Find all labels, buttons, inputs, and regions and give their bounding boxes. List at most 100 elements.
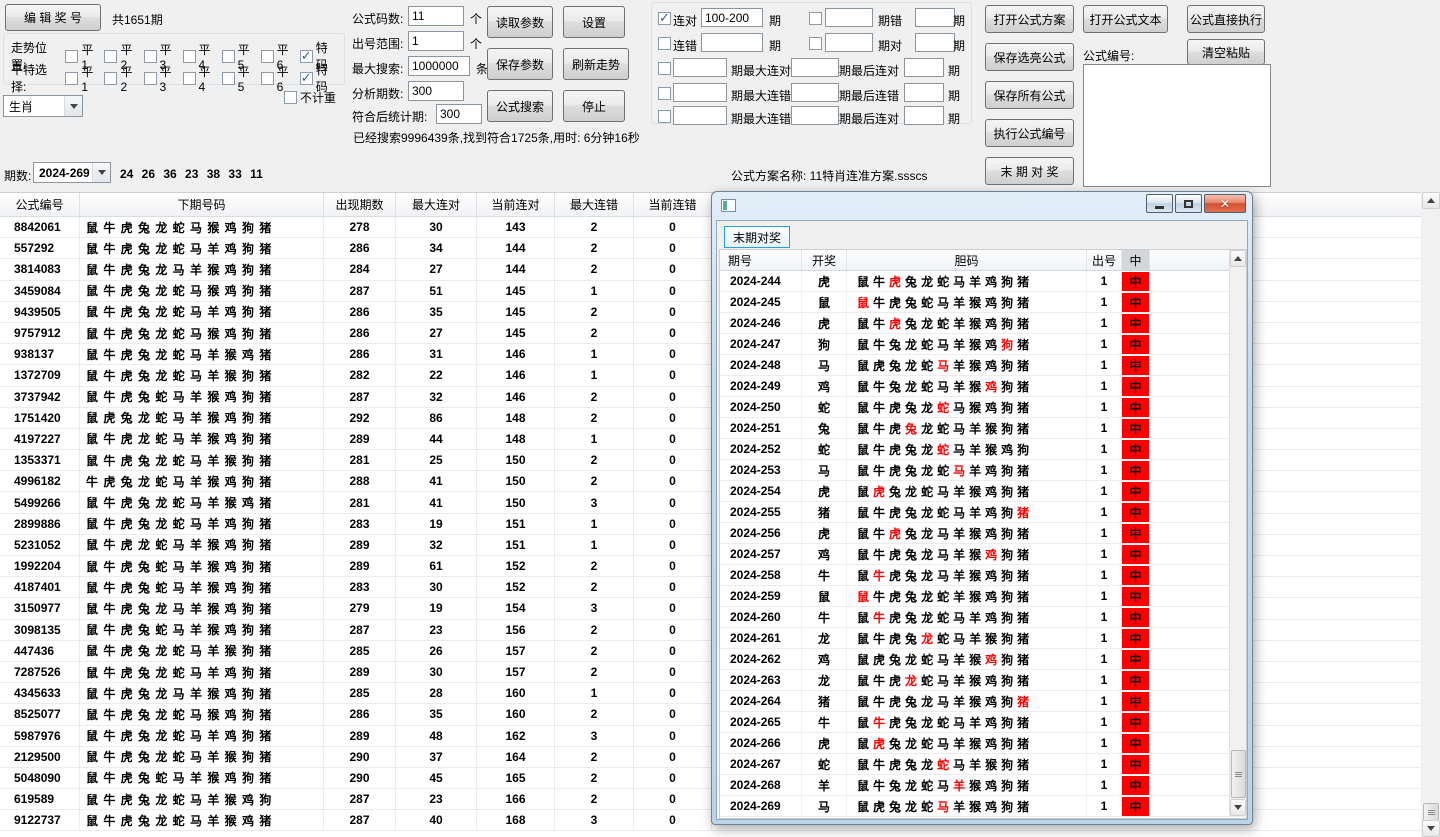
- save-all-formulas-button[interactable]: 保存所有公式: [985, 81, 1074, 109]
- scroll-up-icon[interactable]: [1230, 250, 1246, 267]
- dialog-scrollbar-thumb[interactable]: [1231, 750, 1246, 798]
- table-row[interactable]: 2024-268羊鼠牛兔龙蛇马羊猴鸡狗猪1中: [720, 775, 1246, 796]
- table-row[interactable]: 2024-255猪鼠牛虎兔龙蛇马羊鸡狗猪1中: [720, 502, 1246, 523]
- criteria-input[interactable]: [791, 106, 839, 125]
- cell-stat: 1: [555, 281, 634, 301]
- period-dropdown[interactable]: 2024-269: [33, 162, 111, 183]
- criteria-checkbox[interactable]: [809, 12, 822, 25]
- table-row[interactable]: 2024-251兔鼠牛虎兔龙蛇马羊猴狗猪1中: [720, 418, 1246, 439]
- param-input[interactable]: [436, 104, 482, 124]
- table-row[interactable]: 2024-261龙鼠牛虎兔龙蛇马羊猴狗猪1中: [720, 628, 1246, 649]
- refresh-trend-button[interactable]: 刷新走势: [563, 48, 629, 80]
- criteria-input[interactable]: [791, 83, 839, 102]
- criteria-input[interactable]: [904, 58, 944, 77]
- table-row[interactable]: 2024-252蛇鼠牛虎兔龙蛇马羊猴鸡狗1中: [720, 439, 1246, 460]
- save-highlighted-formulas-button[interactable]: 保存选亮公式: [985, 43, 1074, 71]
- table-row[interactable]: 2024-249鸡鼠牛兔龙蛇马羊猴鸡狗猪1中: [720, 376, 1246, 397]
- criteria-checkbox[interactable]: [658, 37, 671, 50]
- criteria-input[interactable]: [673, 106, 727, 125]
- scroll-down-icon[interactable]: [1230, 799, 1246, 816]
- criteria-input[interactable]: [915, 8, 955, 27]
- table-row[interactable]: 2024-260牛鼠牛虎兔龙蛇马羊鸡狗猪1中: [720, 607, 1246, 628]
- criteria-input[interactable]: [915, 33, 955, 52]
- minimize-button[interactable]: [1146, 194, 1173, 213]
- criteria-input[interactable]: [825, 33, 873, 52]
- settings-button[interactable]: 设置: [563, 6, 625, 38]
- formula-id-textarea[interactable]: [1083, 64, 1271, 187]
- position-option[interactable]: 平5: [222, 63, 256, 94]
- param-input[interactable]: [408, 31, 464, 51]
- execute-formula-direct-button[interactable]: 公式直接执行: [1187, 5, 1265, 33]
- criteria-checkbox[interactable]: [658, 62, 671, 75]
- stop-button[interactable]: 停止: [563, 90, 625, 122]
- table-row[interactable]: 2024-257鸡鼠牛虎兔龙马羊猴鸡狗猪1中: [720, 544, 1246, 565]
- position-checkbox[interactable]: [65, 72, 78, 85]
- criteria-checkbox[interactable]: [658, 110, 671, 123]
- last-period-check-button[interactable]: 末 期 对 奖: [985, 157, 1074, 185]
- criteria-checkbox[interactable]: [658, 12, 671, 25]
- close-button[interactable]: ✕: [1204, 194, 1246, 213]
- criteria-input[interactable]: [673, 83, 727, 102]
- no-repeat-checkbox[interactable]: [284, 91, 297, 104]
- zodiac-dropdown[interactable]: 生肖: [3, 95, 83, 117]
- position-checkbox[interactable]: [183, 72, 196, 85]
- criteria-input[interactable]: [701, 33, 763, 52]
- table-row[interactable]: 2024-244虎鼠牛虎兔龙蛇马羊鸡狗猪1中: [720, 271, 1246, 292]
- param-input[interactable]: [408, 6, 464, 26]
- criteria-input[interactable]: [701, 8, 763, 27]
- table-row[interactable]: 2024-247狗鼠牛兔龙蛇马羊猴鸡狗猪1中: [720, 334, 1246, 355]
- dialog-scrollbar[interactable]: [1229, 250, 1246, 816]
- criteria-input[interactable]: [904, 83, 944, 102]
- scroll-up-icon[interactable]: [1422, 192, 1440, 209]
- criteria-input[interactable]: [825, 8, 873, 27]
- position-checkbox[interactable]: [144, 72, 157, 85]
- table-row[interactable]: 2024-246虎鼠牛虎兔龙蛇羊猴鸡狗猪1中: [720, 313, 1246, 334]
- table-row[interactable]: 2024-253马鼠牛虎兔龙蛇马羊鸡狗猪1中: [720, 460, 1246, 481]
- position-option[interactable]: 平2: [104, 63, 138, 94]
- no-repeat-option[interactable]: 不计重: [284, 89, 336, 106]
- criteria-checkbox[interactable]: [658, 87, 671, 100]
- position-option[interactable]: 平4: [183, 63, 217, 94]
- read-params-button[interactable]: 读取参数: [487, 6, 553, 38]
- save-params-button[interactable]: 保存参数: [487, 48, 553, 80]
- main-scrollbar[interactable]: [1422, 192, 1440, 837]
- table-row[interactable]: 2024-250蛇鼠牛虎兔龙蛇马猴鸡狗猪1中: [720, 397, 1246, 418]
- chevron-down-icon[interactable]: [92, 163, 110, 182]
- table-row[interactable]: 2024-265牛鼠牛虎兔龙蛇马羊鸡狗猪1中: [720, 712, 1246, 733]
- table-row[interactable]: 2024-258牛鼠牛虎兔龙马羊猴鸡狗猪1中: [720, 565, 1246, 586]
- position-checkbox[interactable]: [222, 72, 235, 85]
- criteria-input[interactable]: [673, 58, 727, 77]
- chevron-down-icon[interactable]: [64, 96, 82, 116]
- run-formula-id-button[interactable]: 执行公式编号: [985, 119, 1074, 147]
- table-row[interactable]: 2024-262鸡鼠虎兔龙蛇马羊猴鸡狗猪1中: [720, 649, 1246, 670]
- main-scrollbar-thumb[interactable]: [1423, 803, 1439, 821]
- table-row[interactable]: 2024-266虎鼠虎兔龙蛇马羊猴鸡狗猪1中: [720, 733, 1246, 754]
- table-row[interactable]: 2024-267蛇鼠牛虎兔龙蛇马羊猴狗猪1中: [720, 754, 1246, 775]
- open-formula-text-button[interactable]: 打开公式文本: [1083, 5, 1168, 33]
- position-option[interactable]: 平1: [65, 63, 99, 94]
- formula-search-button[interactable]: 公式搜索: [487, 90, 553, 122]
- criteria-input[interactable]: [791, 58, 839, 77]
- param-input[interactable]: [408, 81, 464, 101]
- table-row[interactable]: 2024-254虎鼠虎兔龙蛇马羊猴鸡狗猪1中: [720, 481, 1246, 502]
- table-row[interactable]: 2024-264猪鼠牛虎兔龙马羊猴鸡狗猪1中: [720, 691, 1246, 712]
- criteria-checkbox[interactable]: [809, 37, 822, 50]
- clear-paste-button[interactable]: 清空粘贴: [1187, 39, 1265, 65]
- table-row[interactable]: 2024-259鼠鼠牛虎兔龙蛇羊猴鸡狗猪1中: [720, 586, 1246, 607]
- scroll-down-icon[interactable]: [1422, 820, 1440, 837]
- tab-last-period-check[interactable]: 末期对奖: [724, 226, 790, 248]
- table-row[interactable]: 2024-256虎鼠牛虎兔龙马羊猴鸡狗猪1中: [720, 523, 1246, 544]
- table-row[interactable]: 2024-245鼠鼠牛虎兔蛇马羊猴鸡狗猪1中: [720, 292, 1246, 313]
- criteria-input[interactable]: [904, 106, 944, 125]
- open-formula-scheme-button[interactable]: 打开公式方案: [985, 5, 1074, 33]
- maximize-button[interactable]: [1175, 194, 1202, 213]
- param-input[interactable]: [408, 56, 470, 76]
- table-row[interactable]: 2024-269马鼠虎兔龙蛇马羊猴鸡狗猪1中: [720, 796, 1246, 817]
- position-checkbox[interactable]: [261, 72, 274, 85]
- table-row[interactable]: 2024-263龙鼠牛虎龙蛇马羊猴鸡狗猪1中: [720, 670, 1246, 691]
- position-option[interactable]: 平3: [144, 63, 178, 94]
- position-checkbox[interactable]: [300, 72, 313, 85]
- table-row[interactable]: 2024-248马鼠虎兔龙蛇马羊猴鸡狗猪1中: [720, 355, 1246, 376]
- edit-numbers-button[interactable]: 编 辑 奖 号: [5, 4, 101, 31]
- position-checkbox[interactable]: [104, 72, 117, 85]
